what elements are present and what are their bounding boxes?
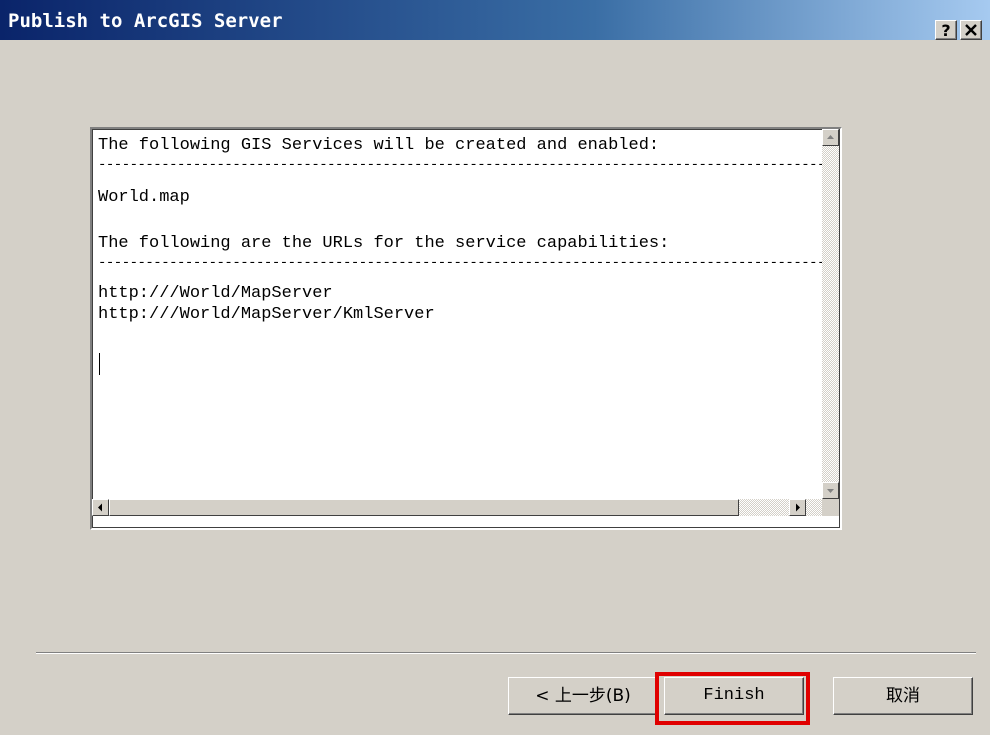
window-title: Publish to ArcGIS Server <box>8 10 283 32</box>
service-name: World.map <box>98 188 190 207</box>
url-mapserver: http:///World/MapServer <box>98 284 333 303</box>
divider-line: ----------------------------------------… <box>98 255 822 271</box>
back-button[interactable]: < 上一步(B) <box>508 677 658 715</box>
finish-highlight-box <box>655 672 810 725</box>
help-button[interactable]: ? <box>935 20 957 40</box>
urls-header: The following are the URLs for the servi… <box>98 234 670 253</box>
scroll-right-button[interactable] <box>789 499 806 516</box>
results-textbox[interactable]: The following GIS Services will be creat… <box>90 127 842 530</box>
close-button[interactable] <box>960 20 982 40</box>
url-kmlserver: http:///World/MapServer/KmlServer <box>98 305 435 324</box>
scroll-thumb[interactable] <box>109 499 739 516</box>
triangle-up-icon <box>827 135 834 139</box>
divider-line: ----------------------------------------… <box>98 157 822 173</box>
scrollbar-corner <box>822 499 839 516</box>
scroll-up-button[interactable] <box>822 129 839 146</box>
scroll-left-button[interactable] <box>92 499 109 516</box>
title-bar: Publish to ArcGIS Server ? <box>0 0 990 40</box>
text-caret <box>99 353 100 375</box>
triangle-left-icon <box>98 503 102 512</box>
close-icon <box>965 24 977 36</box>
triangle-down-icon <box>827 489 834 493</box>
horizontal-scrollbar[interactable] <box>92 499 822 516</box>
cancel-button[interactable]: 取消 <box>833 677 973 715</box>
scroll-down-button[interactable] <box>822 482 839 499</box>
services-header: The following GIS Services will be creat… <box>98 136 660 155</box>
footer-divider <box>36 652 976 654</box>
results-content: The following GIS Services will be creat… <box>96 133 822 503</box>
vertical-scrollbar[interactable] <box>822 129 839 499</box>
triangle-right-icon <box>796 503 800 512</box>
